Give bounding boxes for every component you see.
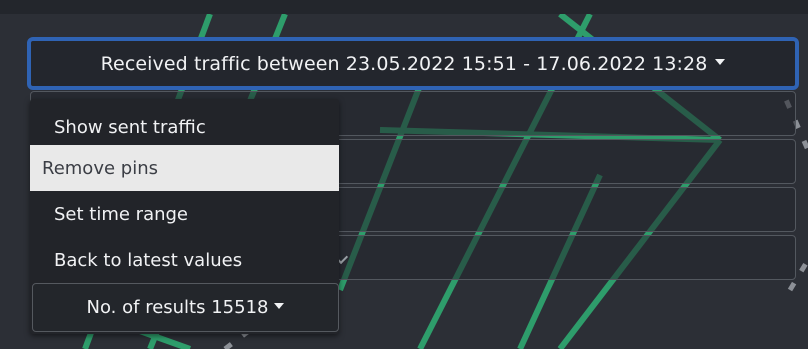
menu-item-show-sent-traffic[interactable]: Show sent traffic [30, 104, 339, 150]
menu-item-label: Set time range [54, 203, 189, 225]
menu-item-label: Back to latest values [54, 249, 243, 271]
menu-item-set-time-range[interactable]: Set time range [30, 191, 339, 237]
menu-item-label: Show sent traffic [54, 116, 206, 138]
results-count-label: No. of results 15518 [86, 297, 269, 318]
top-strip [0, 0, 808, 14]
menu-item-label: Remove pins [42, 157, 158, 179]
traffic-view: Received traffic between 23.05.2022 15:5… [0, 0, 808, 349]
caret-down-icon [715, 58, 726, 65]
traffic-filter-label: Received traffic between 23.05.2022 15:5… [100, 52, 708, 75]
menu-item-back-to-latest-values[interactable]: Back to latest values [30, 237, 339, 283]
traffic-filter-dropdown-toggle[interactable]: Received traffic between 23.05.2022 15:5… [27, 37, 799, 90]
results-count-dropdown[interactable]: No. of results 15518 [32, 283, 339, 332]
menu-item-remove-pins[interactable]: Remove pins [30, 145, 339, 191]
caret-down-icon [274, 302, 285, 309]
